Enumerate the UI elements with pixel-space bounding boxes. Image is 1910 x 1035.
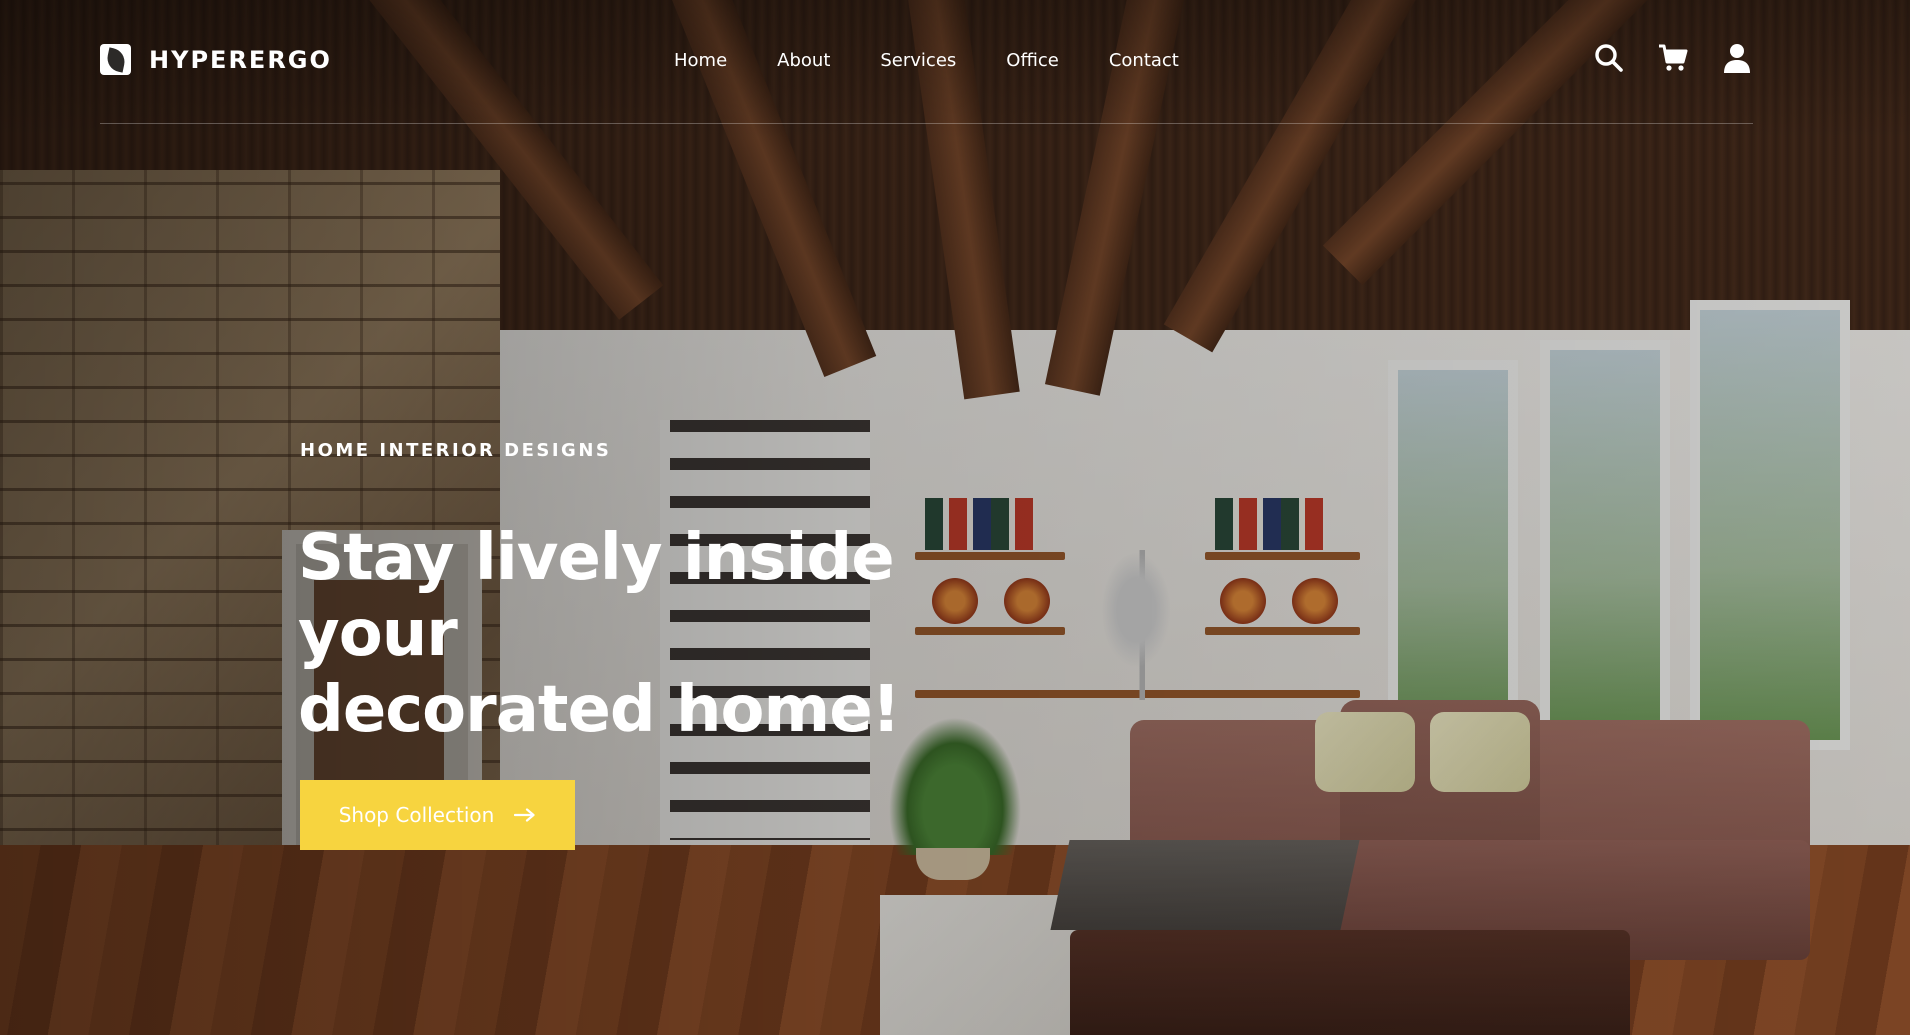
cart-icon[interactable]	[1657, 42, 1689, 74]
search-icon[interactable]	[1593, 42, 1625, 74]
site-header: HYPERERGO Home About Services Office Con…	[100, 30, 1753, 124]
dark-overlay	[0, 0, 1910, 1035]
leaf-logo-icon	[100, 44, 131, 75]
brand-name: HYPERERGO	[149, 45, 332, 74]
brand-logo-link[interactable]: HYPERERGO	[100, 44, 332, 75]
shop-collection-label: Shop Collection	[338, 803, 495, 827]
hero-eyebrow: HOME INTERIOR DESIGNS	[300, 440, 612, 461]
main-nav: Home About Services Office Contact	[674, 50, 1179, 71]
hero-headline-line2: decorated home!	[298, 673, 901, 747]
hero-section: HYPERERGO Home About Services Office Con…	[0, 0, 1910, 1035]
arrow-right-icon	[514, 808, 535, 822]
hero-headline-line1: Stay lively inside your	[298, 521, 895, 671]
nav-item-services[interactable]: Services	[880, 50, 956, 71]
header-actions	[1593, 42, 1753, 74]
nav-item-office[interactable]: Office	[1006, 50, 1059, 71]
hero-headline: Stay lively inside your decorated home!	[298, 520, 1058, 748]
user-icon[interactable]	[1721, 42, 1753, 74]
nav-item-contact[interactable]: Contact	[1109, 50, 1179, 71]
nav-item-about[interactable]: About	[777, 50, 830, 71]
shop-collection-button[interactable]: Shop Collection	[300, 780, 575, 850]
nav-item-home[interactable]: Home	[674, 50, 727, 71]
